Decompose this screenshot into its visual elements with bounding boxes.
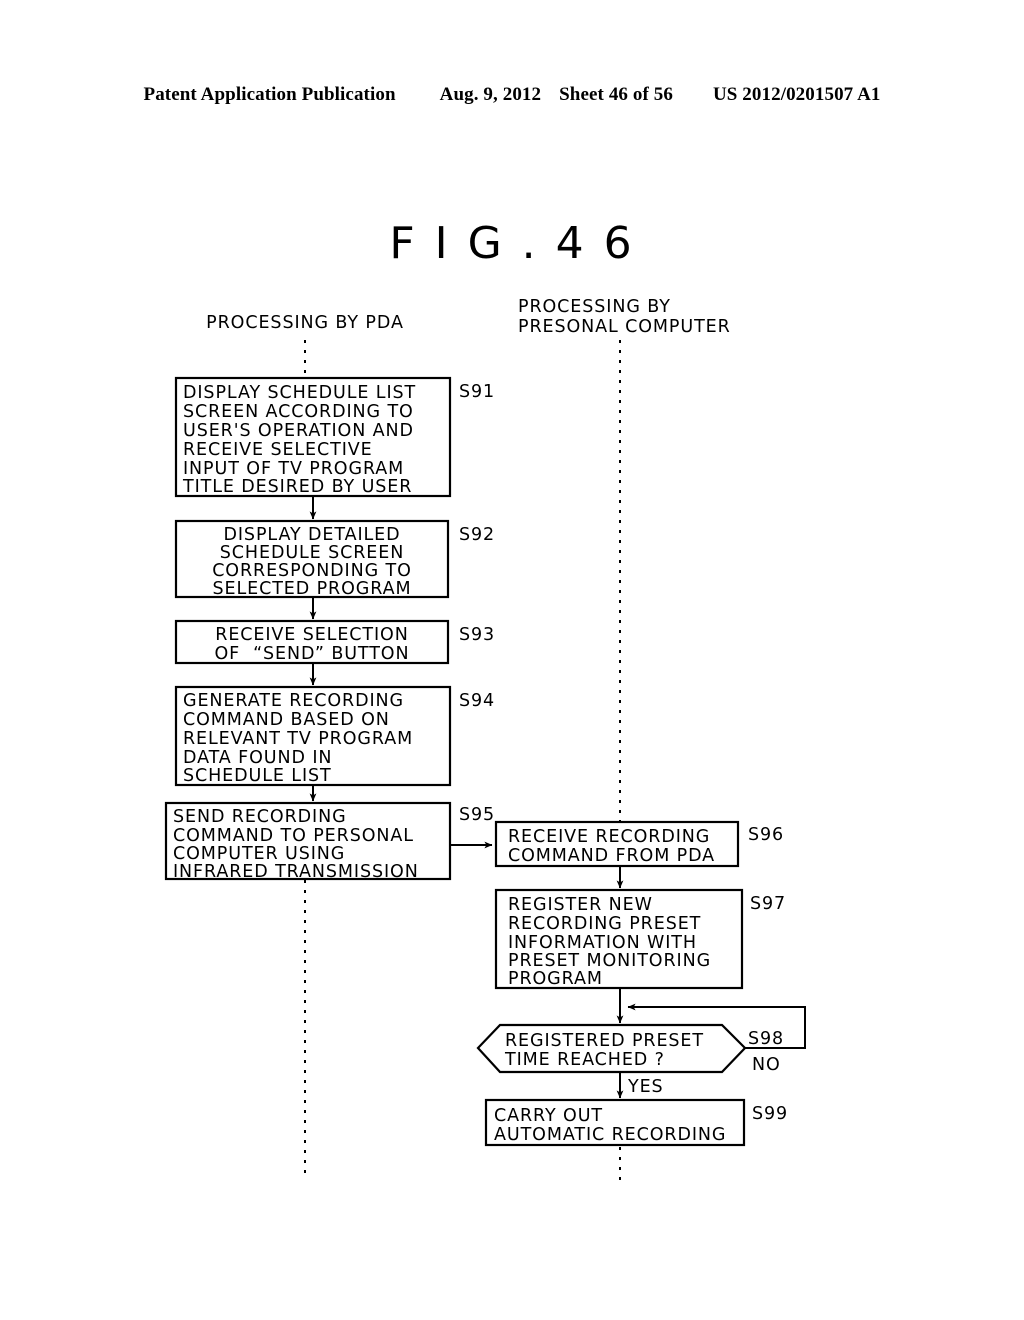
step-s95-line-1: SEND RECORDING	[173, 807, 347, 827]
step-s95: SEND RECORDING COMMAND TO PERSONAL COMPU…	[164, 801, 495, 882]
step-s92-line-4: SELECTED PROGRAM	[213, 579, 412, 599]
step-s92-line-3: CORRESPONDING TO	[212, 561, 412, 581]
step-s94-line-3: RELEVANT TV PROGRAM	[183, 729, 413, 749]
step-s92-line-1: DISPLAY DETAILED	[224, 525, 401, 545]
step-s97-id: S97	[750, 894, 786, 914]
step-s99-id: S99	[752, 1104, 788, 1124]
step-s92: DISPLAY DETAILED SCHEDULE SCREEN CORRESP…	[174, 519, 495, 599]
step-s95-line-2: COMMAND TO PERSONAL	[173, 826, 414, 846]
step-s97-line-4: PRESET MONITORING	[508, 951, 711, 971]
step-s96-line-1: RECEIVE RECORDING	[508, 827, 710, 847]
step-s94-line-1: GENERATE RECORDING	[183, 691, 404, 711]
step-s91: DISPLAY SCHEDULE LIST SCREEN ACCORDING T…	[174, 376, 495, 498]
step-s96: RECEIVE RECORDING COMMAND FROM PDA S96	[494, 820, 784, 868]
step-s96-line-2: COMMAND FROM PDA	[508, 846, 715, 866]
step-s97-line-3: INFORMATION WITH	[508, 933, 697, 953]
lane-label-pc-line1: PROCESSING BY	[518, 297, 671, 317]
step-s95-id: S95	[459, 805, 495, 825]
branch-label-no: NO	[752, 1055, 781, 1075]
step-s92-id: S92	[459, 525, 495, 545]
step-s92-line-2: SCHEDULE SCREEN	[220, 543, 404, 563]
step-s91-line-1: DISPLAY SCHEDULE LIST	[183, 383, 416, 403]
step-s94: GENERATE RECORDING COMMAND BASED ON RELE…	[174, 685, 495, 787]
step-s91-line-5: INPUT OF TV PROGRAM	[183, 459, 404, 479]
step-s98-line-1: REGISTERED PRESET	[505, 1031, 704, 1051]
step-s99: CARRY OUT AUTOMATIC RECORDING S99	[484, 1098, 788, 1147]
step-s99-line-2: AUTOMATIC RECORDING	[494, 1125, 726, 1145]
lane-label-pda: PROCESSING BY PDA	[206, 313, 404, 333]
lane-label-pc-line2: PRESONAL COMPUTER	[518, 317, 731, 337]
step-s95-line-4: INFRARED TRANSMISSION	[173, 862, 419, 882]
step-s94-line-5: SCHEDULE LIST	[183, 766, 332, 786]
step-s97-line-2: RECORDING PRESET	[508, 914, 701, 934]
step-s91-line-2: SCREEN ACCORDING TO	[183, 402, 414, 422]
step-s94-line-2: COMMAND BASED ON	[183, 710, 390, 730]
step-s99-line-1: CARRY OUT	[494, 1106, 603, 1126]
step-s93-line-2: OF “SEND” BUTTON	[215, 644, 410, 664]
step-s91-id: S91	[459, 382, 495, 402]
branch-label-yes: YES	[627, 1077, 664, 1097]
step-s97: REGISTER NEW RECORDING PRESET INFORMATIO…	[494, 888, 786, 990]
step-s98-line-2: TIME REACHED ?	[504, 1050, 665, 1070]
step-s98: REGISTERED PRESET TIME REACHED ? S98	[476, 1023, 784, 1074]
step-s94-line-4: DATA FOUND IN	[183, 748, 332, 768]
step-s91-line-6: TITLE DESIRED BY USER	[182, 477, 412, 497]
flowchart-diagram: PROCESSING BY PDA PROCESSING BY PRESONAL…	[164, 297, 806, 1182]
step-s95-line-3: COMPUTER USING	[173, 844, 345, 864]
step-s91-line-4: RECEIVE SELECTIVE	[183, 440, 373, 460]
step-s97-line-5: PROGRAM	[508, 969, 603, 989]
step-s93-id: S93	[459, 625, 495, 645]
step-s96-id: S96	[748, 825, 784, 845]
step-s91-line-3: USER'S OPERATION AND	[183, 421, 414, 441]
step-s93: RECEIVE SELECTION OF “SEND” BUTTON S93	[174, 619, 495, 665]
step-s93-line-1: RECEIVE SELECTION	[215, 625, 408, 645]
step-s97-line-1: REGISTER NEW	[508, 895, 653, 915]
step-s98-id: S98	[748, 1029, 784, 1049]
step-s94-id: S94	[459, 691, 495, 711]
